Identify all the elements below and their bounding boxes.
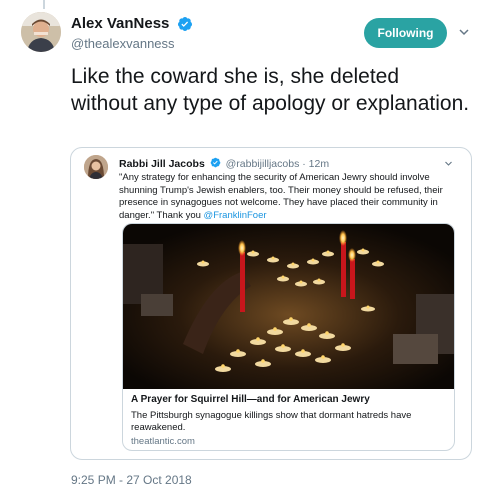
quoted-header: Rabbi Jill Jacobs @rabbijilljacobs · 12m [119,157,329,170]
quoted-time[interactable]: 12m [309,158,329,170]
link-card[interactable]: A Prayer for Squirrel Hill—and for Ameri… [122,223,455,451]
quoted-author-handle[interactable]: @rabbijilljacobs [226,158,300,170]
card-description: The Pittsburgh synagogue killings show t… [131,410,412,433]
tweet-timestamp[interactable]: 9:25 PM - 27 Oct 2018 [71,473,192,487]
card-domain[interactable]: theatlantic.com [131,436,195,447]
author-display-name[interactable]: Alex VanNess [71,15,169,32]
chevron-down-icon[interactable] [458,26,470,38]
quoted-author-avatar[interactable] [84,155,108,179]
verified-badge-icon [177,16,192,31]
quoted-text-body: "Any strategy for enhancing the security… [119,172,443,221]
tweet-text: Like the coward she is, she deleted with… [71,65,470,115]
quoted-separator: · [302,158,306,170]
mention-link[interactable]: @FranklinFoer [204,210,267,221]
author-avatar[interactable] [21,12,61,52]
author-handle[interactable]: @thealexvanness [71,36,193,51]
memorial-candles-image [123,224,454,389]
card-title[interactable]: A Prayer for Squirrel Hill—and for Ameri… [131,394,370,405]
author-info: Alex VanNess @thealexvanness [71,15,193,51]
thread-connector-line [43,0,45,9]
verified-badge-icon [210,157,221,168]
quoted-tweet[interactable]: Rabbi Jill Jacobs @rabbijilljacobs · 12m… [70,147,472,460]
following-button[interactable]: Following [364,18,447,48]
quoted-tweet-text: "Any strategy for enhancing the security… [119,172,459,222]
chevron-down-icon[interactable] [444,159,453,168]
quoted-author-name[interactable]: Rabbi Jill Jacobs [119,158,205,170]
